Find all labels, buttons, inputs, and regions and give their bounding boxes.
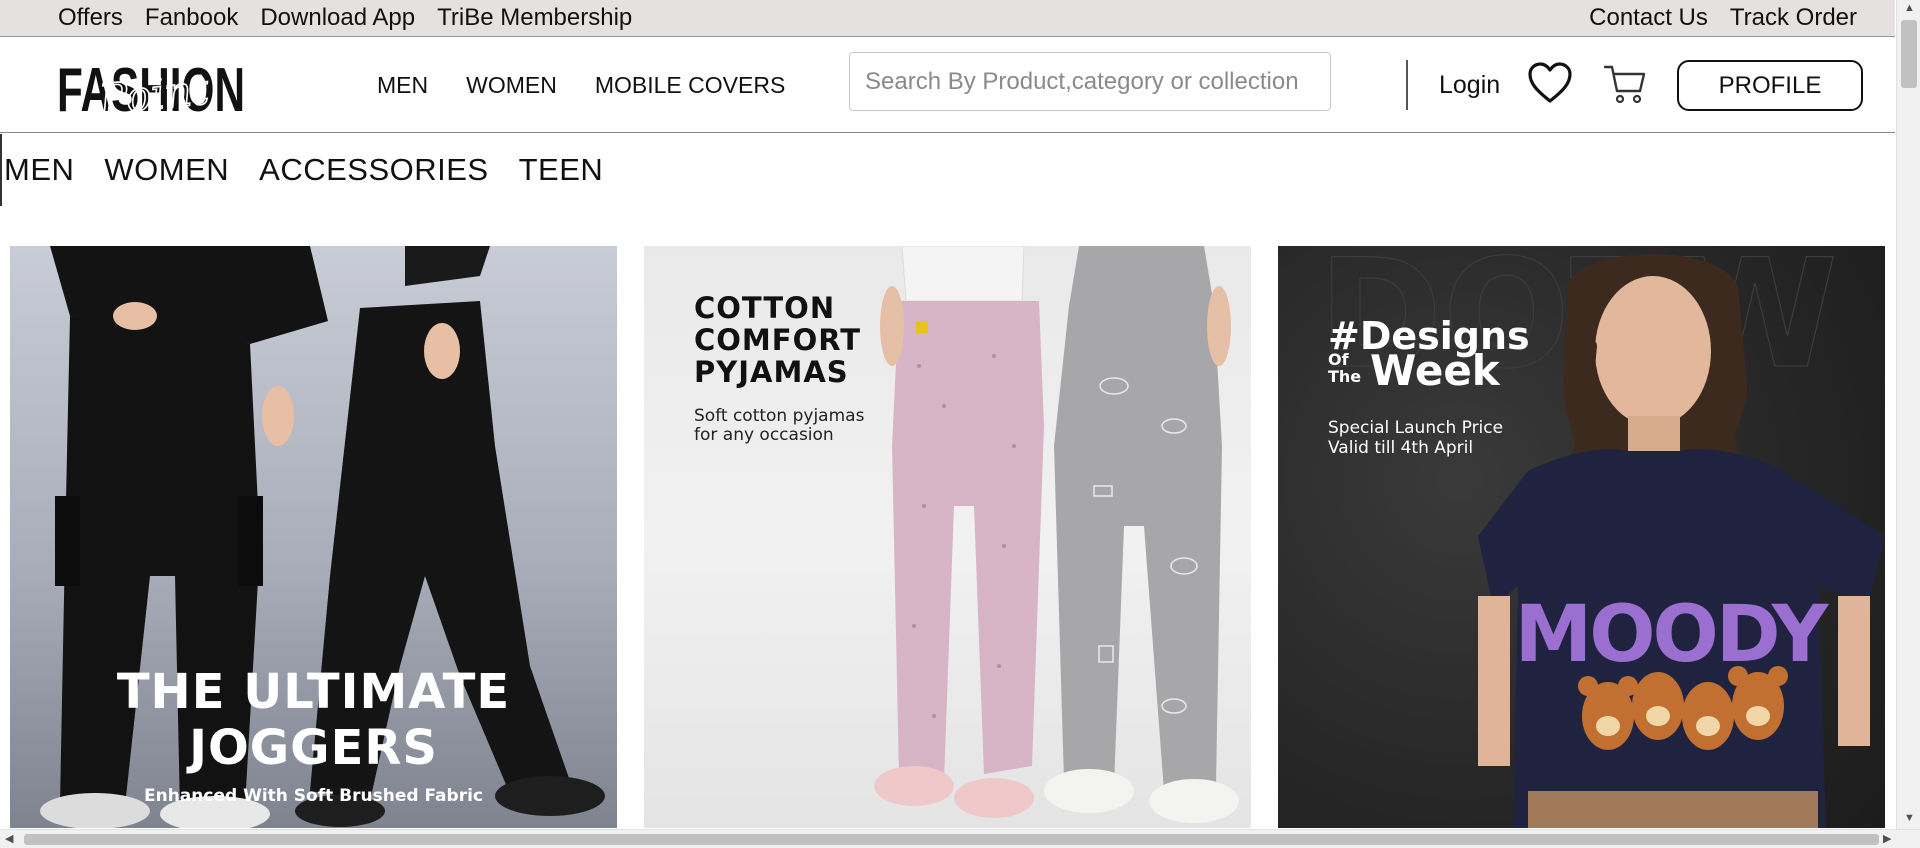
designs-subtitle-line1: Special Launch Price <box>1328 418 1504 438</box>
vertical-scrollbar[interactable]: ▲ ▼ <box>1896 0 1920 829</box>
search-input[interactable] <box>849 52 1331 111</box>
category-teen[interactable]: TEEN <box>519 152 604 188</box>
scroll-down-arrow-icon[interactable]: ▼ <box>1904 812 1915 824</box>
joggers-title-line2: JOGGERS <box>189 720 438 776</box>
pyjamas-subtitle-line2: for any occasion <box>694 425 834 445</box>
login-link[interactable]: Login <box>1439 71 1500 100</box>
designs-title-the: The <box>1328 367 1362 386</box>
designs-of-the-week-banner[interactable]: DOTW MOODY #Designs <box>1278 246 1885 828</box>
category-row: MEN WOMEN ACCESSORIES TEEN <box>0 134 603 206</box>
header-divider <box>1406 60 1408 110</box>
pyjamas-title-line1: COTTON <box>694 291 836 325</box>
scroll-up-arrow-icon[interactable]: ▲ <box>1904 2 1915 14</box>
main-header: FASHION Point MEN WOMEN MOBILE COVERS Lo… <box>0 37 1895 133</box>
cart-icon[interactable] <box>1603 63 1647 105</box>
category-women[interactable]: WOMEN <box>104 152 229 188</box>
logo-script: Point <box>96 64 211 123</box>
joggers-subtitle: Enhanced With Soft Brushed Fabric <box>143 786 483 806</box>
profile-button[interactable]: PROFILE <box>1677 60 1863 111</box>
main-nav: MEN WOMEN MOBILE COVERS <box>377 72 785 99</box>
category-accessories[interactable]: ACCESSORIES <box>259 152 488 188</box>
site-logo[interactable]: FASHION Point <box>56 51 246 125</box>
fanbook-link[interactable]: Fanbook <box>145 4 238 32</box>
horizontal-scroll-thumb[interactable] <box>24 834 1879 845</box>
top-utility-bar: Offers Fanbook Download App TriBe Member… <box>0 0 1895 37</box>
logo-graphic: FASHION Point <box>57 56 245 125</box>
horizontal-scrollbar[interactable]: ◀ ▶ <box>0 829 1920 848</box>
pyjamas-title-line3: PYJAMAS <box>694 355 849 389</box>
nav-men[interactable]: MEN <box>377 72 428 99</box>
top-links-left: Offers Fanbook Download App TriBe Member… <box>58 4 654 32</box>
scroll-right-arrow-icon[interactable]: ▶ <box>1883 832 1891 845</box>
moody-print-text: MOODY <box>1515 590 1830 680</box>
pyjamas-title-line2: COMFORT <box>694 323 862 357</box>
joggers-banner[interactable]: THE ULTIMATE JOGGERS Enhanced With Soft … <box>10 246 617 828</box>
pyjamas-banner[interactable]: COTTON COMFORT PYJAMAS Soft cotton pyjam… <box>644 246 1251 828</box>
nav-mobile-covers[interactable]: MOBILE COVERS <box>595 72 785 99</box>
designs-title-week: Week <box>1370 346 1500 395</box>
offers-link[interactable]: Offers <box>58 4 123 32</box>
pyjamas-subtitle-line1: Soft cotton pyjamas <box>694 406 865 426</box>
tribe-membership-link[interactable]: TriBe Membership <box>437 4 632 32</box>
nav-women[interactable]: WOMEN <box>466 72 557 99</box>
designs-subtitle-line2: Valid till 4th April <box>1328 438 1474 458</box>
contact-us-link[interactable]: Contact Us <box>1589 4 1708 32</box>
vertical-scroll-thumb[interactable] <box>1901 20 1917 88</box>
scroll-left-arrow-icon[interactable]: ◀ <box>5 832 13 845</box>
track-order-link[interactable]: Track Order <box>1730 4 1857 32</box>
heart-icon[interactable] <box>1526 59 1574 107</box>
category-men[interactable]: MEN <box>4 152 74 188</box>
top-links-right: Contact Us Track Order <box>1567 4 1857 32</box>
joggers-title-line1: THE ULTIMATE <box>116 664 511 720</box>
download-app-link[interactable]: Download App <box>260 4 415 32</box>
